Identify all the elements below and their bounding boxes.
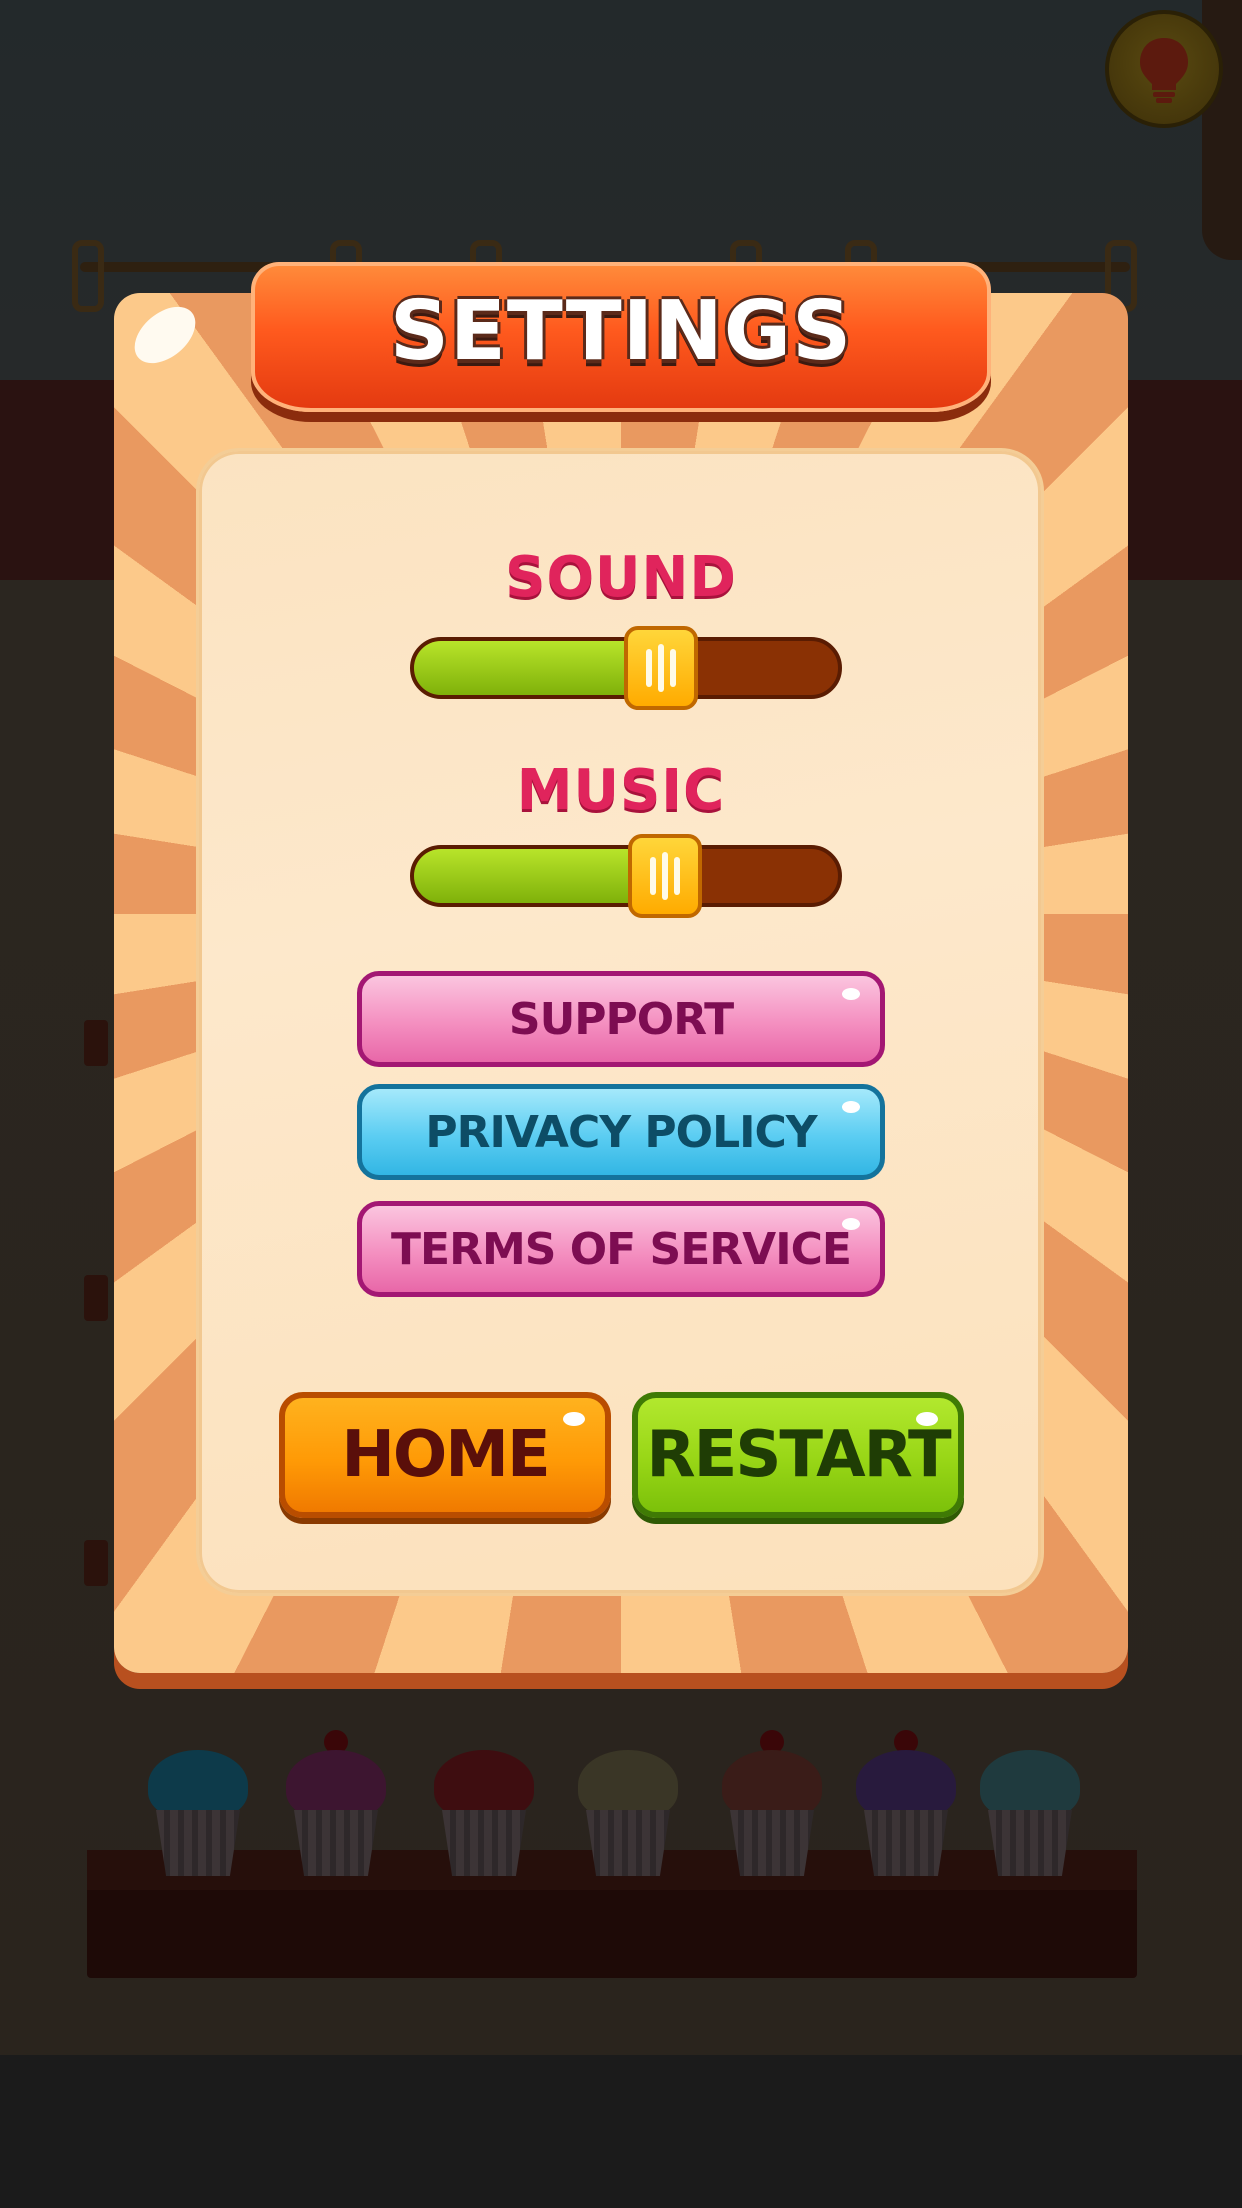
cupcake bbox=[276, 1730, 396, 1880]
privacy-policy-button[interactable]: PRIVACY POLICY bbox=[357, 1084, 885, 1180]
music-slider-knob[interactable] bbox=[628, 834, 702, 918]
side-decoration bbox=[84, 1020, 108, 1066]
sound-slider-knob[interactable] bbox=[624, 626, 698, 710]
slider-grip-icon bbox=[650, 857, 656, 895]
title-banner: SETTINGS bbox=[251, 262, 991, 412]
cupcake bbox=[424, 1730, 544, 1880]
restart-button[interactable]: RESTART bbox=[632, 1392, 964, 1518]
lightbulb-icon bbox=[1140, 38, 1188, 103]
panel-shine bbox=[124, 295, 206, 375]
hint-button bbox=[1105, 10, 1223, 128]
support-button-label: SUPPORT bbox=[508, 993, 734, 1045]
page-title: SETTINGS bbox=[389, 284, 853, 379]
home-button[interactable]: HOME bbox=[279, 1392, 611, 1518]
button-gloss bbox=[842, 988, 860, 1000]
button-gloss bbox=[842, 1101, 860, 1113]
slider-grip-icon bbox=[646, 649, 652, 687]
cupcake bbox=[568, 1730, 688, 1880]
cupcake bbox=[846, 1730, 966, 1880]
button-gloss bbox=[916, 1412, 938, 1426]
music-slider-track[interactable] bbox=[410, 845, 842, 907]
cupcake bbox=[970, 1730, 1090, 1880]
terms-of-service-button[interactable]: TERMS OF SERVICE bbox=[357, 1201, 885, 1297]
terms-of-service-button-label: TERMS OF SERVICE bbox=[391, 1223, 852, 1275]
side-decoration bbox=[84, 1540, 108, 1586]
cupcake bbox=[138, 1730, 258, 1880]
home-button-label: HOME bbox=[341, 1418, 550, 1492]
support-button[interactable]: SUPPORT bbox=[357, 971, 885, 1067]
button-gloss bbox=[563, 1412, 585, 1426]
side-decoration bbox=[84, 1275, 108, 1321]
background-floor bbox=[0, 2055, 1242, 2208]
button-gloss bbox=[842, 1218, 860, 1230]
privacy-policy-button-label: PRIVACY POLICY bbox=[425, 1106, 817, 1158]
restart-button-label: RESTART bbox=[646, 1418, 951, 1492]
sound-label: SOUND bbox=[505, 545, 737, 610]
cupcake bbox=[712, 1730, 832, 1880]
music-label: MUSIC bbox=[516, 758, 726, 823]
rope-hook bbox=[72, 240, 104, 312]
